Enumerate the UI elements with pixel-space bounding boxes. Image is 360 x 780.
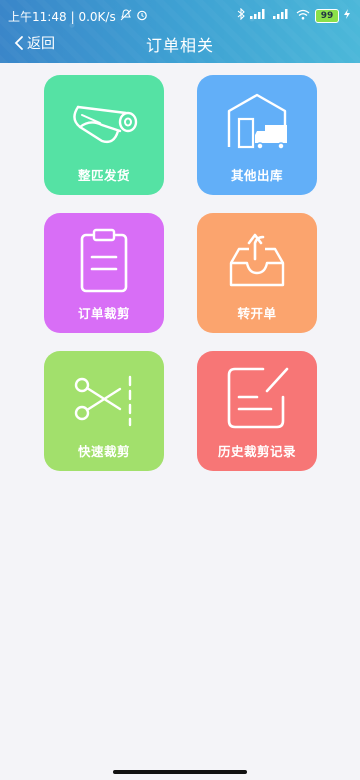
signal-icon	[250, 9, 268, 22]
charging-icon	[344, 9, 350, 22]
warehouse-truck-icon	[227, 93, 287, 150]
battery-indicator: 99	[315, 8, 339, 23]
nav-bar: 返回 订单相关	[0, 30, 360, 63]
alarm-icon	[136, 9, 148, 24]
clipboard-icon	[80, 228, 128, 293]
app-header: 上午11:48 | 0.0K/s 99 返回 订单相关	[0, 0, 360, 63]
tile-label: 快速裁剪	[77, 444, 130, 459]
tile-label: 订单裁剪	[77, 306, 130, 321]
mute-icon	[120, 9, 132, 24]
home-indicator[interactable]	[113, 770, 247, 774]
wifi-icon	[296, 9, 310, 23]
tile-whole-bolt-shipping[interactable]: 整匹发货	[44, 75, 164, 195]
scissors-cut-icon	[74, 375, 132, 427]
signal-icon-2	[273, 9, 291, 22]
tile-label: 转开单	[237, 306, 277, 321]
tile-quick-cutting[interactable]: 快速裁剪	[44, 351, 164, 471]
network-speed: | 0.0K/s	[70, 9, 116, 24]
tile-label: 历史裁剪记录	[217, 444, 296, 459]
fabric-roll-icon	[73, 105, 138, 144]
tile-transfer-order[interactable]: 转开单	[197, 213, 317, 333]
tile-label: 整匹发货	[77, 168, 130, 183]
status-bar: 上午11:48 | 0.0K/s 99	[0, 0, 360, 30]
bluetooth-icon	[237, 7, 245, 23]
tile-cutting-history[interactable]: 历史裁剪记录	[197, 351, 317, 471]
edit-record-icon	[227, 367, 289, 429]
status-time: 上午11:48	[8, 10, 67, 24]
status-left: 上午11:48 | 0.0K/s	[8, 8, 148, 25]
inbox-upload-icon	[229, 233, 285, 287]
page-title: 订单相关	[145, 36, 214, 55]
status-right: 99	[237, 7, 350, 23]
tile-order-cutting[interactable]: 订单裁剪	[44, 213, 164, 333]
tile-label: 其他出库	[230, 168, 283, 183]
tile-other-outbound[interactable]: 其他出库	[197, 75, 317, 195]
